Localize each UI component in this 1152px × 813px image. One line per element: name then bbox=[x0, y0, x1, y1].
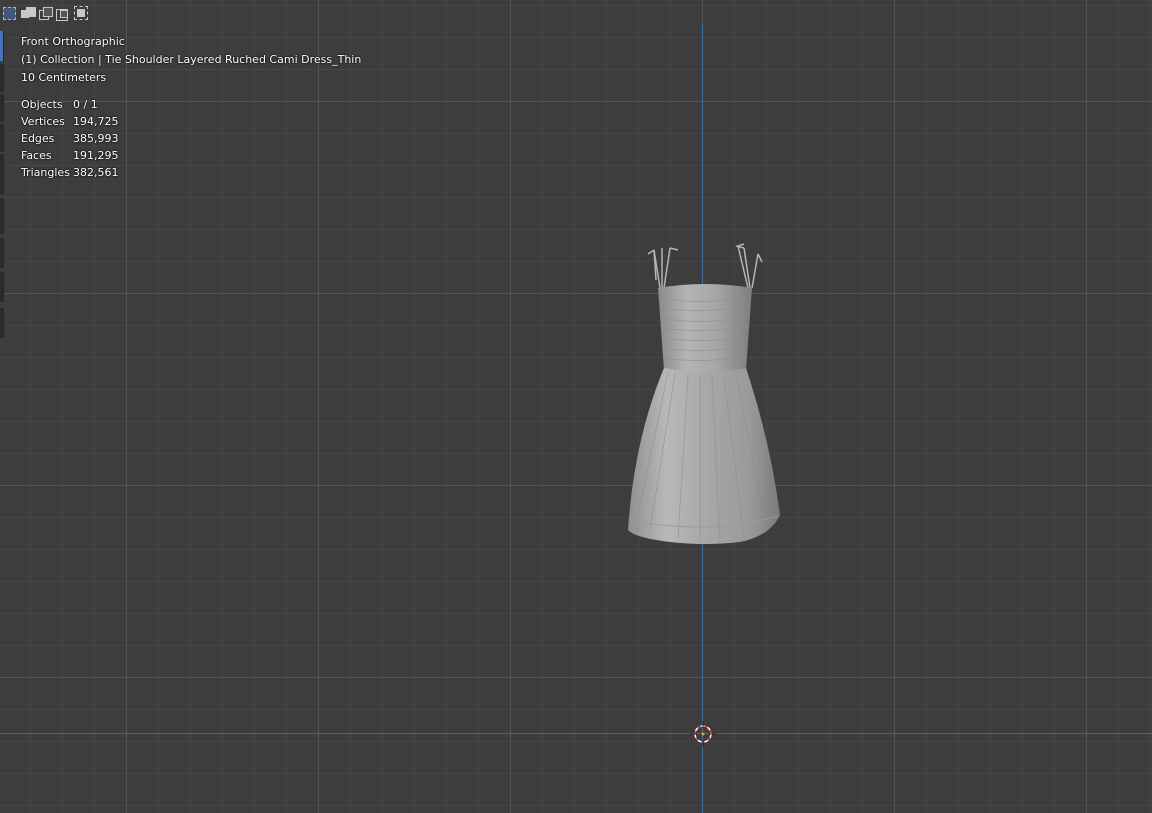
toolbar-tab[interactable] bbox=[0, 154, 4, 194]
stat-value: 191,295 bbox=[73, 149, 119, 162]
dress-mesh[interactable] bbox=[620, 240, 790, 550]
stat-triangles: Triangles 382,561 bbox=[21, 164, 119, 181]
select-intersect-icon[interactable] bbox=[73, 5, 89, 21]
grid-scale: 10 Centimeters bbox=[21, 71, 107, 84]
stat-edges: Edges 385,993 bbox=[21, 130, 119, 147]
3d-viewport[interactable]: Front Orthographic (1) Collection | Tie … bbox=[0, 0, 1152, 813]
viewport-info: Front Orthographic (1) Collection | Tie … bbox=[21, 33, 361, 87]
toolbar-tab[interactable] bbox=[0, 64, 4, 92]
toolbar-tab[interactable] bbox=[0, 272, 4, 302]
stat-value: 194,725 bbox=[73, 115, 119, 128]
toolbar-tab-active[interactable] bbox=[0, 31, 4, 61]
select-new-icon[interactable] bbox=[1, 5, 17, 21]
stat-label: Vertices bbox=[21, 115, 65, 128]
stat-vertices: Vertices 194,725 bbox=[21, 113, 119, 130]
select-subtract-icon[interactable] bbox=[37, 5, 53, 21]
x-axis-line bbox=[0, 733, 1152, 734]
collection-name: (1) Collection | Tie Shoulder Layered Ru… bbox=[21, 53, 362, 66]
toolbar-tab[interactable] bbox=[0, 238, 4, 268]
stat-label: Objects bbox=[21, 98, 63, 111]
stat-label: Triangles bbox=[21, 166, 70, 179]
view-name: Front Orthographic bbox=[21, 35, 125, 48]
stat-faces: Faces 191,295 bbox=[21, 147, 119, 164]
toolbar-tab[interactable] bbox=[0, 308, 4, 338]
stat-value: 382,561 bbox=[73, 166, 119, 179]
stat-label: Edges bbox=[21, 132, 55, 145]
toolbar-tab[interactable] bbox=[0, 94, 4, 122]
scene-statistics: Objects 0 / 1 Vertices 194,725 Edges 385… bbox=[21, 96, 119, 181]
3d-cursor-icon[interactable] bbox=[690, 721, 716, 747]
toolbar-tab[interactable] bbox=[0, 198, 4, 234]
select-mode-toolbar bbox=[1, 5, 89, 21]
select-extend-icon[interactable] bbox=[19, 5, 36, 21]
stat-objects: Objects 0 / 1 bbox=[21, 96, 119, 113]
toolbar-tab[interactable] bbox=[0, 124, 4, 152]
shoulder-ties bbox=[647, 243, 763, 289]
stat-value: 0 / 1 bbox=[73, 98, 98, 111]
stat-label: Faces bbox=[21, 149, 52, 162]
select-invert-icon[interactable] bbox=[55, 5, 71, 21]
stat-value: 385,993 bbox=[73, 132, 119, 145]
